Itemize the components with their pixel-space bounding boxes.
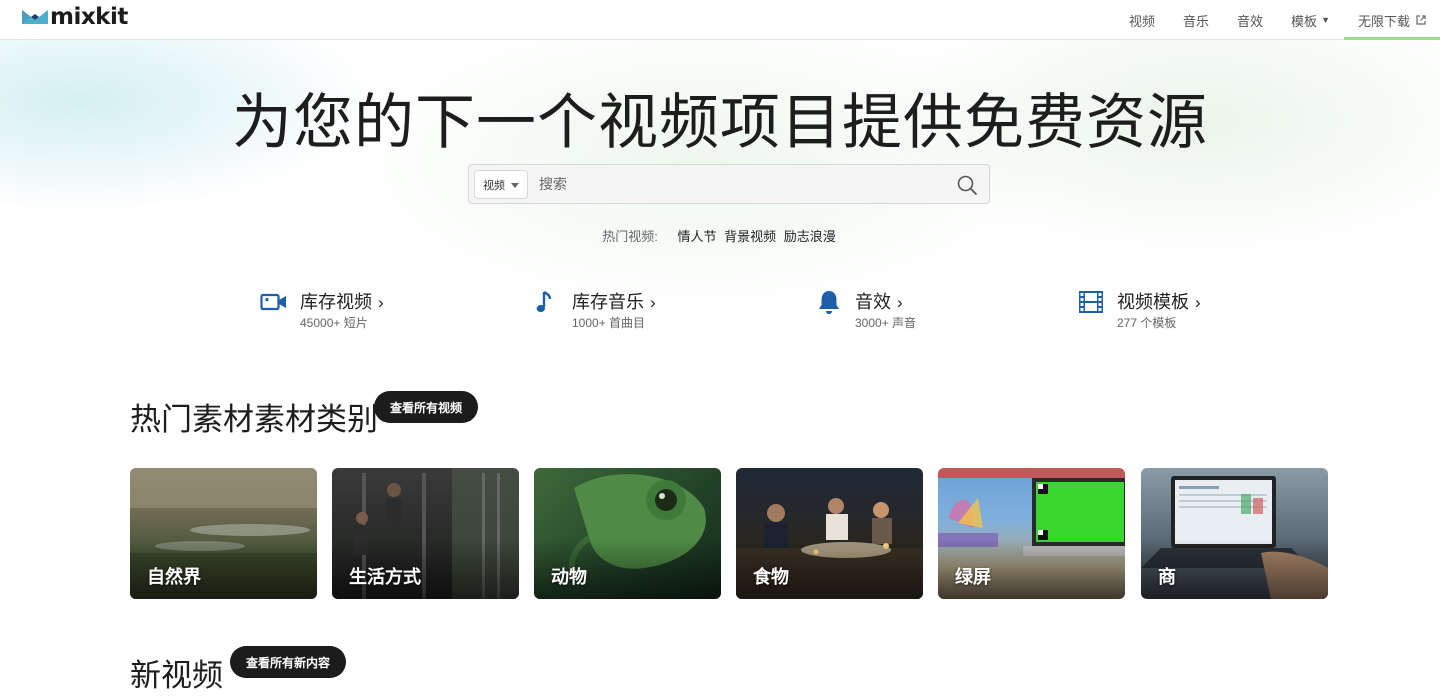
category-title-text: 库存音乐	[572, 292, 644, 312]
caret-down-icon: ▼	[1321, 15, 1330, 25]
trending-link[interactable]: 情人节	[677, 229, 716, 244]
film-strip-icon	[1079, 291, 1103, 313]
category-tile-business[interactable]: 商	[1141, 468, 1328, 599]
nav-videos-label: 视频	[1129, 13, 1156, 29]
tile-label: 食物	[753, 567, 789, 587]
category-tile-lifestyle[interactable]: 生活方式	[332, 468, 519, 599]
search-icon[interactable]	[955, 173, 979, 197]
tile-label: 生活方式	[349, 567, 421, 587]
hero-title: 为您的下一个视频项目提供免费资源	[232, 89, 1208, 156]
nav-sound-effects[interactable]: 音效	[1223, 0, 1277, 40]
external-link-icon	[1416, 15, 1426, 25]
category-title-text: 视频模板	[1117, 292, 1189, 312]
nav-unlimited-label: 无限下载	[1357, 13, 1410, 29]
nav-templates[interactable]: 模板 ▼	[1277, 0, 1344, 40]
chevron-right-icon: ›	[378, 293, 384, 312]
search-type-label: 视频	[483, 179, 505, 192]
nav-music-label: 音乐	[1183, 13, 1210, 29]
popular-categories-title: 热门素材素材类别	[130, 402, 378, 437]
tile-label: 动物	[551, 567, 587, 587]
view-all-videos-button[interactable]: 查看所有视频	[374, 391, 479, 423]
logo-mark-icon	[22, 10, 48, 24]
nav-sound-effects-label: 音效	[1237, 13, 1264, 29]
trending-link[interactable]: 背景视频	[724, 229, 776, 244]
trending-label: 热门视频:	[602, 229, 658, 244]
bell-icon	[819, 291, 839, 314]
category-title-text: 库存视频	[300, 292, 372, 312]
music-note-icon	[536, 290, 552, 313]
category-title: 库存视频 ›	[300, 288, 384, 314]
chevron-right-icon: ›	[1195, 293, 1201, 312]
nav-unlimited-downloads[interactable]: 无限下载	[1343, 0, 1440, 40]
category-title: 音效 ›	[855, 288, 903, 314]
search-bar: 视频	[468, 164, 990, 204]
category-count: 1000+ 首曲目	[572, 316, 646, 330]
video-camera-icon	[260, 293, 286, 311]
category-title-text: 音效	[855, 292, 891, 312]
category-title: 视频模板 ›	[1117, 288, 1201, 314]
trending-searches: 热门视频: 情人节 背景视频 励志浪漫	[0, 226, 1440, 245]
nav-templates-label: 模板	[1291, 13, 1318, 29]
trending-link[interactable]: 励志浪漫	[784, 229, 836, 244]
new-videos-title: 新视频	[130, 658, 223, 693]
site-header: mixkit 视频 音乐 音效 模板 ▼ 无限下载	[0, 0, 1440, 40]
chevron-right-icon: ›	[650, 293, 656, 312]
tile-label: 绿屏	[955, 567, 991, 587]
nav-videos[interactable]: 视频	[1115, 0, 1169, 40]
category-count: 3000+ 声音	[855, 316, 917, 330]
category-count: 277 个模板	[1117, 316, 1177, 330]
main-nav: 视频 音乐 音效 模板 ▼ 无限下载	[1115, 0, 1440, 40]
tile-label: 自然界	[147, 567, 201, 587]
chevron-right-icon: ›	[897, 293, 903, 312]
search-input[interactable]	[539, 169, 939, 199]
search-type-select[interactable]: 视频	[474, 170, 528, 199]
category-title: 库存音乐 ›	[572, 288, 656, 314]
nav-music[interactable]: 音乐	[1169, 0, 1223, 40]
tile-label: 商	[1158, 567, 1176, 587]
chevron-down-icon	[511, 183, 519, 188]
category-tile-green-screen[interactable]: 绿屏	[938, 468, 1125, 599]
category-tile-food[interactable]: 食物	[736, 468, 923, 599]
category-tile-animals[interactable]: 动物	[534, 468, 721, 599]
logo[interactable]: mixkit	[22, 2, 128, 32]
category-count: 45000+ 短片	[300, 316, 368, 330]
category-tile-nature[interactable]: 自然界	[130, 468, 317, 599]
logo-text: mixkit	[50, 4, 128, 30]
view-all-new-button[interactable]: 查看所有新内容	[230, 646, 347, 678]
